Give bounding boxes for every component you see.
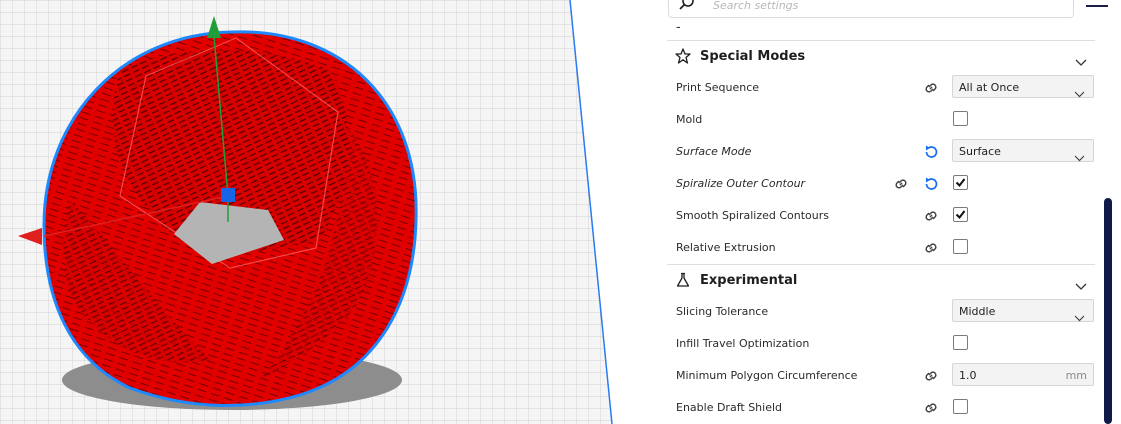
dropdown-value: All at Once bbox=[959, 81, 1020, 94]
enable-draft-shield-checkbox[interactable] bbox=[953, 399, 968, 414]
star-icon bbox=[675, 48, 691, 68]
setting-minimum-polygon-circumference: Minimum Polygon Circumference 1.0 mm bbox=[676, 360, 1096, 392]
surface-mode-dropdown[interactable]: Surface bbox=[952, 139, 1094, 162]
chevron-down-icon bbox=[1074, 147, 1085, 166]
chevron-down-icon bbox=[1074, 83, 1085, 102]
flask-icon bbox=[675, 272, 691, 292]
check-icon bbox=[955, 178, 966, 188]
setting-relative-extrusion: Relative Extrusion bbox=[676, 232, 1096, 264]
search-input[interactable]: Search settings bbox=[713, 0, 798, 12]
spiralize-outer-contour-checkbox[interactable] bbox=[953, 175, 968, 190]
setting-label: Spiralize Outer Contour bbox=[676, 177, 806, 190]
setting-label: Relative Extrusion bbox=[676, 241, 776, 254]
infill-travel-optimization-checkbox[interactable] bbox=[953, 335, 968, 350]
print-sequence-dropdown[interactable]: All at Once bbox=[952, 75, 1094, 98]
search-bar[interactable]: Search settings bbox=[668, 0, 1074, 18]
chevron-down-icon bbox=[1074, 307, 1085, 326]
category-experimental[interactable]: Experimental bbox=[667, 264, 1095, 297]
category-label: Special Modes bbox=[700, 49, 806, 64]
setting-infill-travel-optimization: Infill Travel Optimization bbox=[676, 328, 1096, 360]
setting-label: Print Sequence bbox=[676, 81, 760, 94]
setting-label: Surface Mode bbox=[676, 145, 752, 158]
axis-origin-handle bbox=[221, 188, 235, 202]
search-icon bbox=[679, 0, 695, 15]
setting-mold: Mold bbox=[676, 104, 1096, 136]
setting-slicing-tolerance: Slicing Tolerance Middle bbox=[676, 296, 1096, 328]
setting-label: Minimum Polygon Circumference bbox=[676, 369, 858, 382]
link-icon[interactable] bbox=[923, 240, 939, 260]
link-icon[interactable] bbox=[923, 400, 939, 420]
category-special-modes[interactable]: Special Modes bbox=[667, 40, 1095, 73]
viewport-3d[interactable] bbox=[0, 0, 638, 424]
mold-checkbox[interactable] bbox=[953, 111, 968, 126]
link-icon[interactable] bbox=[923, 368, 939, 388]
link-icon[interactable] bbox=[923, 208, 939, 228]
setting-label: Slicing Tolerance bbox=[676, 305, 769, 318]
setting-surface-mode: Surface Mode Surface bbox=[676, 136, 1096, 168]
dropdown-value: Surface bbox=[959, 145, 1001, 158]
check-icon bbox=[955, 210, 966, 220]
setting-enable-draft-shield: Enable Draft Shield bbox=[676, 392, 1096, 424]
header-dash: - bbox=[676, 20, 681, 35]
reset-icon[interactable] bbox=[923, 176, 939, 196]
link-icon[interactable] bbox=[923, 80, 939, 100]
setting-label: Smooth Spiralized Contours bbox=[676, 209, 830, 222]
setting-spiralize-outer-contour: Spiralize Outer Contour bbox=[676, 168, 1096, 200]
setting-label: Infill Travel Optimization bbox=[676, 337, 810, 350]
reset-icon[interactable] bbox=[923, 144, 939, 164]
setting-label: Mold bbox=[676, 113, 703, 126]
chevron-down-icon[interactable] bbox=[1075, 276, 1087, 295]
input-value: 1.0 bbox=[959, 369, 977, 382]
setting-print-sequence: Print Sequence All at Once bbox=[676, 72, 1096, 104]
relative-extrusion-checkbox[interactable] bbox=[953, 239, 968, 254]
minimum-polygon-circumference-input[interactable]: 1.0 mm bbox=[952, 363, 1094, 386]
setting-smooth-spiralized-contours: Smooth Spiralized Contours bbox=[676, 200, 1096, 232]
build-plate-scene[interactable] bbox=[0, 0, 638, 424]
category-label: Experimental bbox=[700, 273, 798, 288]
input-unit: mm bbox=[1065, 369, 1087, 382]
link-icon[interactable] bbox=[893, 176, 909, 196]
menu-icon[interactable] bbox=[1086, 0, 1108, 18]
slicing-tolerance-dropdown[interactable]: Middle bbox=[952, 299, 1094, 322]
dropdown-value: Middle bbox=[959, 305, 996, 318]
chevron-down-icon[interactable] bbox=[1075, 52, 1087, 71]
setting-label: Enable Draft Shield bbox=[676, 401, 783, 414]
settings-panel: Search settings - Special Modes Print Se… bbox=[638, 0, 1121, 424]
smooth-spiralized-contours-checkbox[interactable] bbox=[953, 207, 968, 222]
settings-scrollbar[interactable] bbox=[1104, 198, 1112, 424]
